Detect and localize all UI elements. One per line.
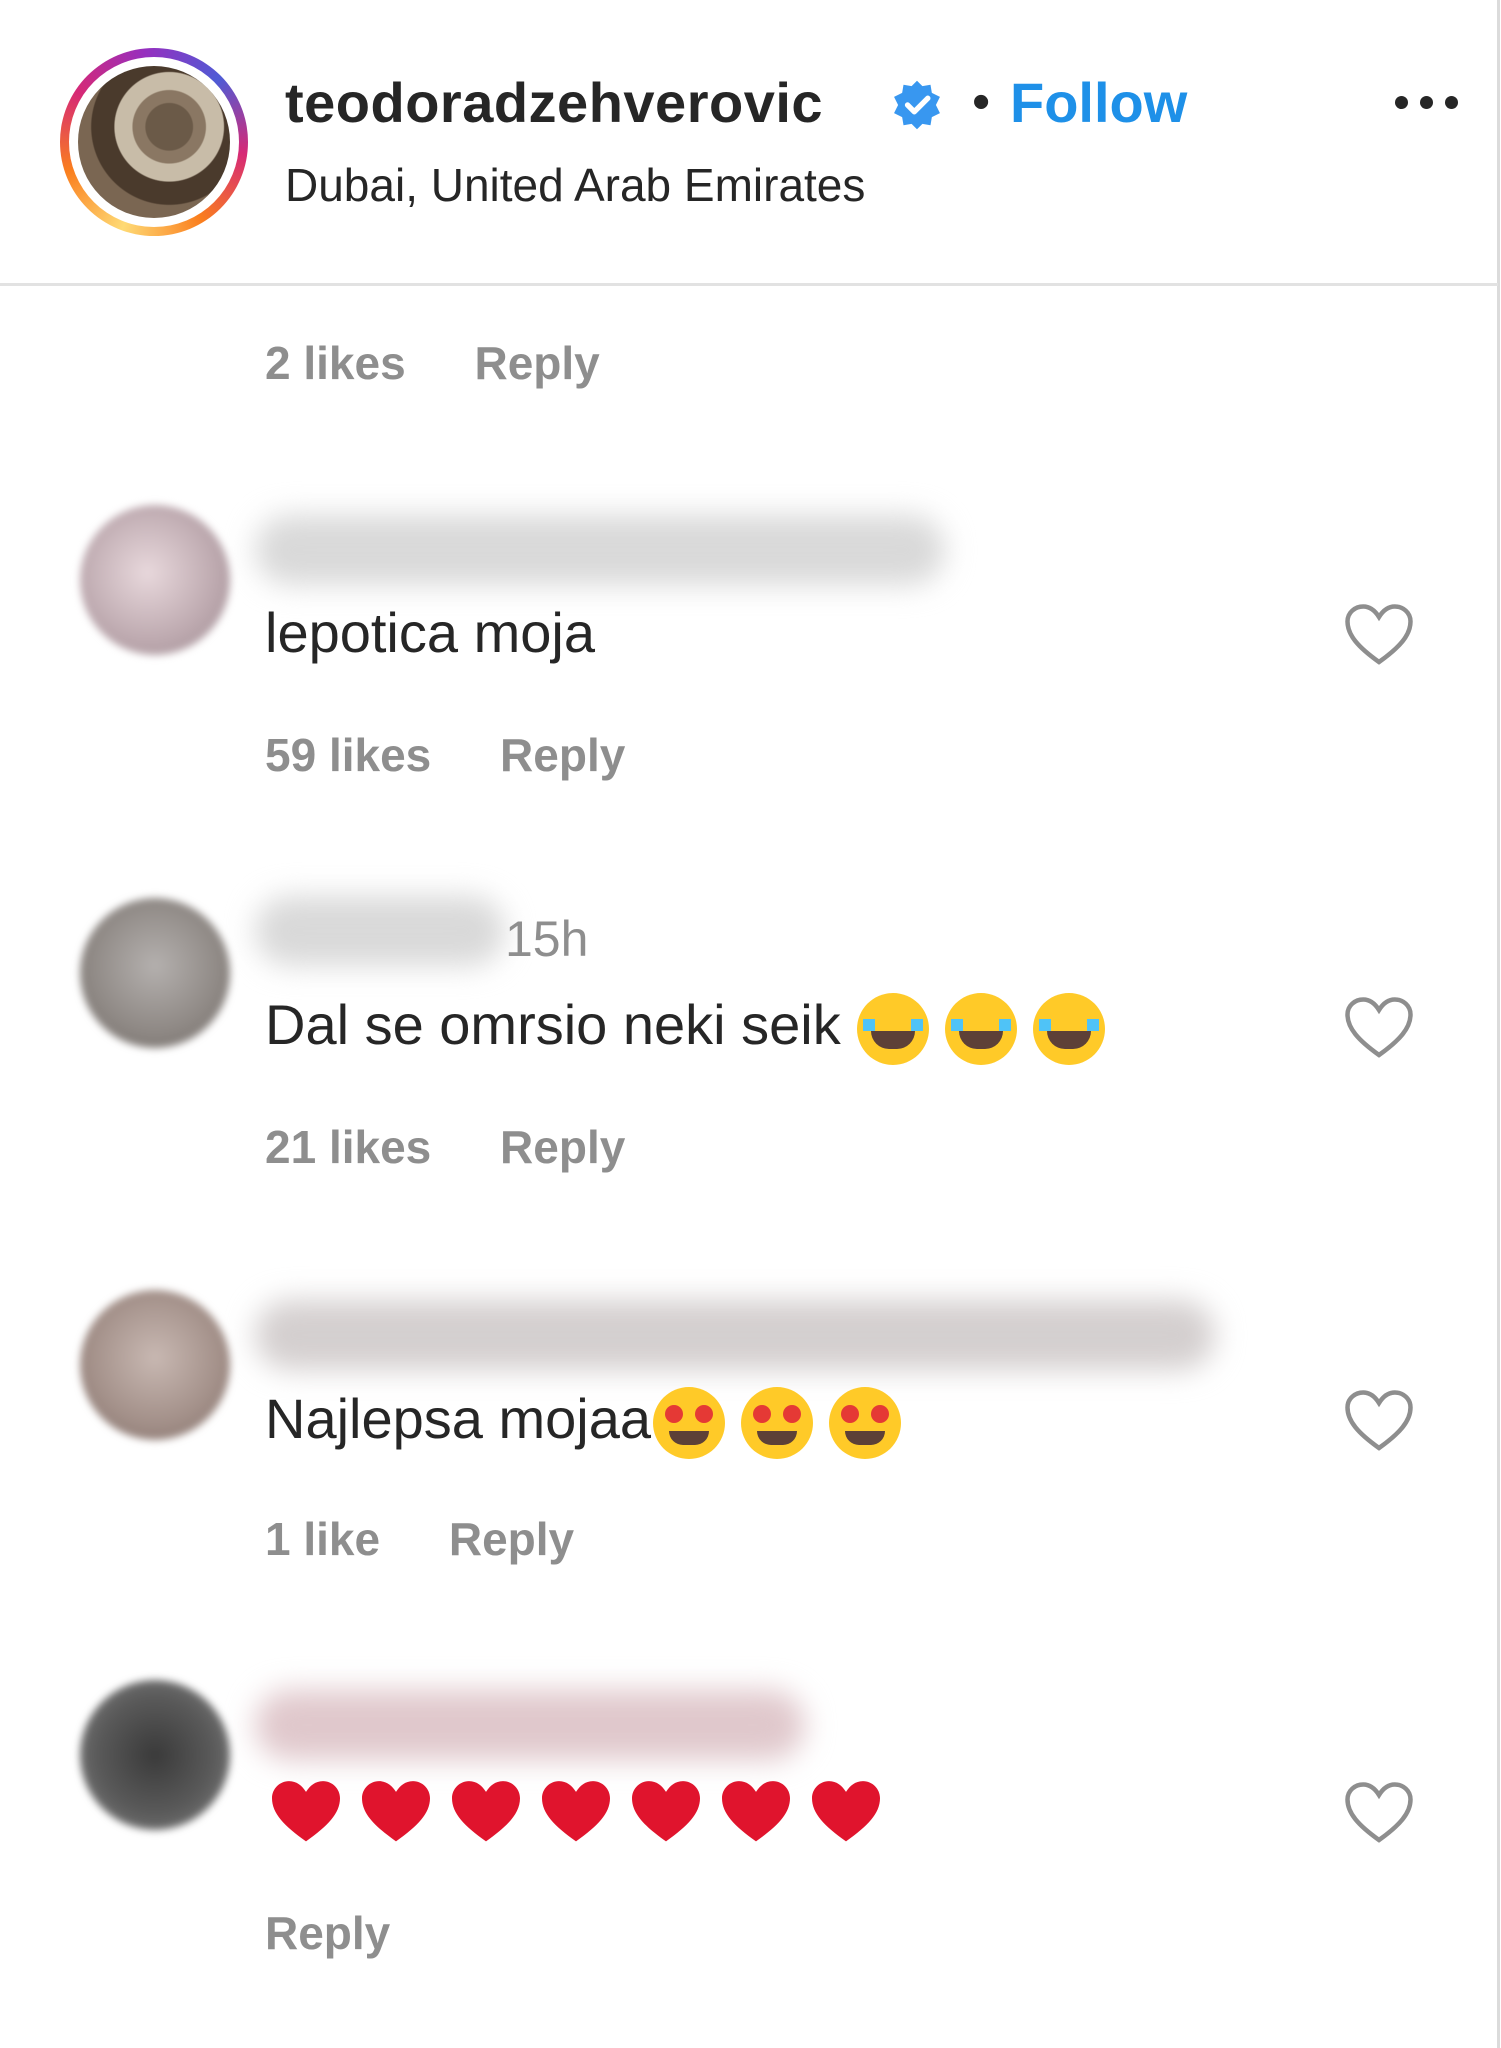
comment-text: [268, 1778, 898, 1851]
more-options-icon[interactable]: [1395, 96, 1475, 136]
comments-panel: teodoradzehverovic • Follow Dubai, Unite…: [0, 0, 1500, 2048]
verified-badge-icon: [894, 80, 940, 130]
location-link[interactable]: Dubai, United Arab Emirates: [285, 158, 865, 212]
comment-text: Najlepsa mojaa: [265, 1386, 901, 1460]
reply-button[interactable]: Reply: [500, 729, 625, 781]
blurred-username: [255, 1300, 1215, 1370]
star-struck-emoji-icon: [652, 1387, 725, 1460]
like-heart-icon[interactable]: [1342, 995, 1416, 1061]
likes-count[interactable]: 59 likes: [265, 729, 431, 781]
red-heart-emoji-icon: [542, 1781, 610, 1842]
username[interactable]: teodoradzehverovic: [285, 70, 823, 135]
laughing-emoji-icon: [1032, 993, 1105, 1066]
like-heart-icon[interactable]: [1342, 602, 1416, 668]
reply-button[interactable]: Reply: [474, 337, 599, 389]
like-heart-icon[interactable]: [1342, 1780, 1416, 1846]
reply-button[interactable]: Reply: [265, 1907, 390, 1959]
red-heart-emoji-icon: [632, 1781, 700, 1842]
likes-count[interactable]: 2 likes: [265, 337, 406, 389]
comment-meta: 21 likes Reply: [265, 1120, 625, 1174]
likes-count[interactable]: 1 like: [265, 1513, 380, 1565]
reply-button[interactable]: Reply: [449, 1513, 574, 1565]
red-heart-emoji-icon: [362, 1781, 430, 1842]
profile-avatar[interactable]: [60, 48, 248, 236]
like-heart-icon[interactable]: [1342, 1388, 1416, 1454]
commenter-avatar[interactable]: [80, 505, 230, 655]
commenter-avatar[interactable]: [80, 898, 230, 1048]
comment-text: Dal se omrsio neki seik: [265, 992, 1105, 1066]
red-heart-emoji-icon: [272, 1781, 340, 1842]
red-heart-emoji-icon: [812, 1781, 880, 1842]
comment-text: lepotica moja: [265, 601, 595, 664]
comment-body: Dal se omrsio neki seik: [265, 993, 841, 1056]
star-struck-emoji-icon: [740, 1387, 813, 1460]
blurred-username: [255, 1690, 805, 1760]
red-heart-emoji-icon: [452, 1781, 520, 1842]
follow-button[interactable]: Follow: [1010, 70, 1187, 135]
reply-button[interactable]: Reply: [500, 1121, 625, 1173]
blurred-username: [255, 515, 945, 585]
red-heart-emoji-icon: [722, 1781, 790, 1842]
star-struck-emoji-icon: [828, 1387, 901, 1460]
likes-count[interactable]: 21 likes: [265, 1121, 431, 1173]
comment-timestamp: 15h: [505, 911, 589, 967]
comment-body: Najlepsa mojaa: [265, 1387, 651, 1450]
comment-meta: 1 like Reply: [265, 1512, 574, 1566]
commenter-avatar[interactable]: [80, 1290, 230, 1440]
comment-meta: Reply: [265, 1906, 390, 1960]
laughing-emoji-icon: [856, 993, 929, 1066]
post-header: teodoradzehverovic • Follow Dubai, Unite…: [0, 0, 1498, 286]
commenter-avatar[interactable]: [80, 1680, 230, 1830]
laughing-emoji-icon: [944, 993, 1017, 1066]
comment-meta: 59 likes Reply: [265, 728, 625, 782]
separator-dot: •: [972, 73, 991, 131]
blurred-username: [255, 896, 505, 966]
comment-meta: 2 likes Reply: [265, 336, 600, 390]
